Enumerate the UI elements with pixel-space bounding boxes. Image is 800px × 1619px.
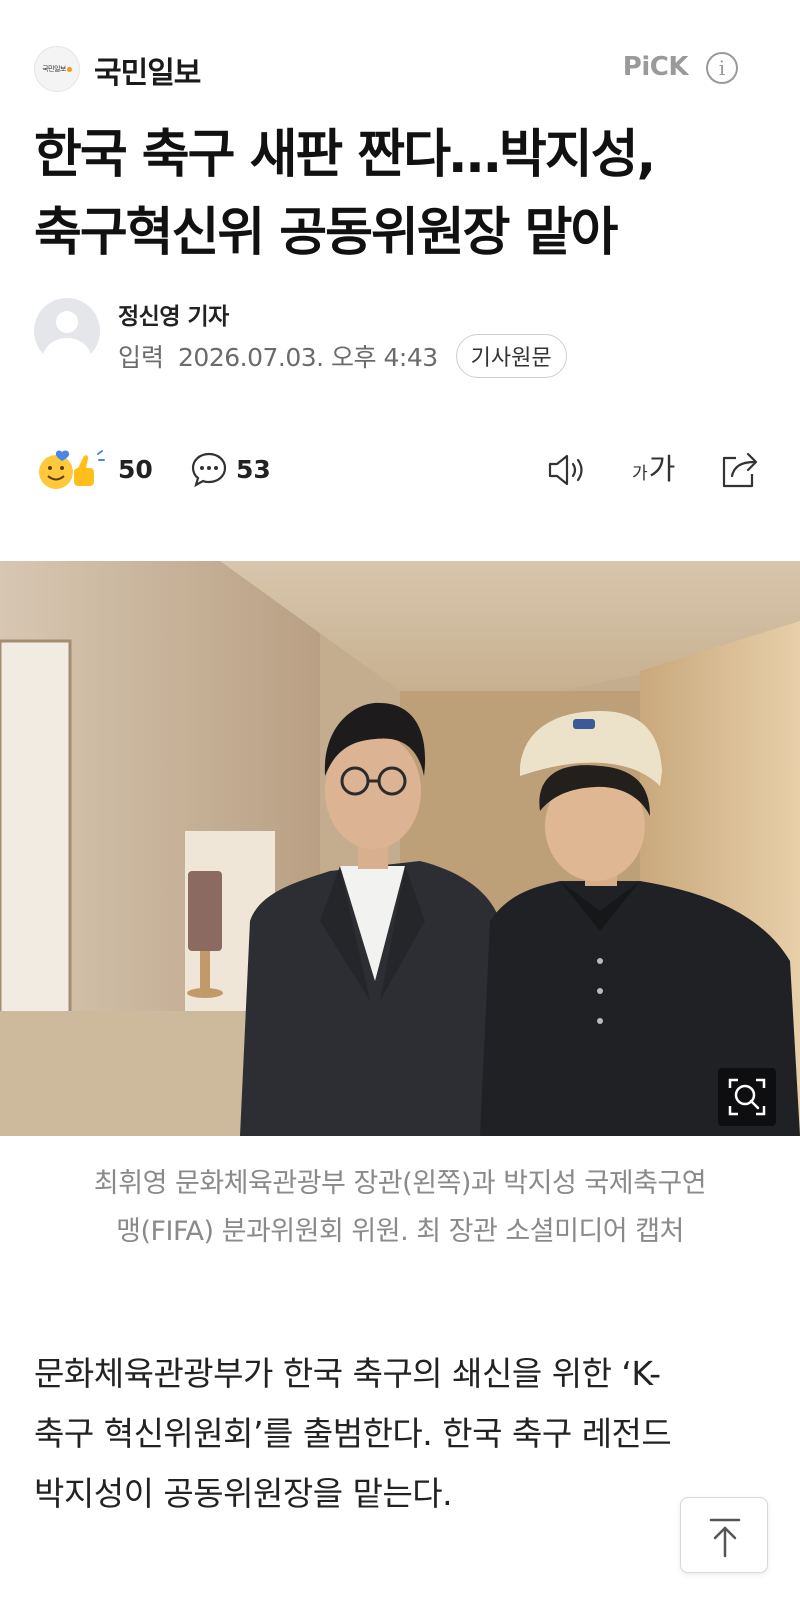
font-size-big-label: 가 (648, 452, 676, 486)
publisher-name[interactable]: 국민일보 (94, 48, 201, 92)
share-icon[interactable] (718, 448, 762, 490)
publisher-logo-text: 국민일보 (42, 65, 66, 73)
article-headline: 한국 축구 새판 짠다…박지성, 축구혁신위 공동위원장 맡아 (34, 116, 774, 272)
date-row: 입력 2026.07.03. 오후 4:43 기사원문 (118, 334, 567, 378)
reporter-name[interactable]: 정신영 기자 (118, 297, 229, 331)
font-size-button[interactable]: 가 가 (632, 446, 675, 490)
reaction-emoji-icon[interactable] (38, 446, 110, 492)
article-photo[interactable] (0, 561, 800, 1136)
publisher-logo[interactable]: 국민일보 (34, 46, 80, 92)
zoom-search-icon (728, 1078, 766, 1116)
comment-count: 53 (236, 455, 271, 484)
original-article-button[interactable]: 기사원문 (455, 334, 567, 378)
caption-line-2: 맹(FIFA) 분과위원회 위원. 최 장관 소셜미디어 캡처 (116, 1216, 684, 1247)
headline-line-1: 한국 축구 새판 짠다…박지성, (34, 125, 656, 185)
caption-line-1: 최휘영 문화체육관광부 장관(왼쪽)과 박지성 국제축구연 (93, 1168, 707, 1199)
logo-dot (66, 66, 72, 72)
avatar-head (56, 311, 78, 333)
arrow-up-icon (709, 1518, 741, 1558)
date-value: 2026.07.03. 오후 4:43 (178, 343, 438, 372)
scroll-to-top-button[interactable] (680, 1497, 768, 1573)
zoom-button[interactable] (718, 1068, 776, 1126)
pick-badge: PiCK (622, 52, 689, 82)
reporter-avatar[interactable] (34, 298, 100, 364)
photo-caption: 최휘영 문화체육관광부 장관(왼쪽)과 박지성 국제축구연 맹(FIFA) 분과… (40, 1160, 760, 1256)
font-size-small-label: 가 (632, 464, 648, 484)
speaker-icon[interactable] (546, 450, 590, 490)
publisher-header: 국민일보 국민일보 PiCK i (34, 44, 766, 92)
headline-line-2: 축구혁신위 공동위원장 맡아 (34, 203, 618, 263)
info-icon[interactable]: i (706, 52, 738, 84)
body-line-3: 박지성이 공동위원장을 맡는다. (34, 1474, 453, 1513)
date-label: 입력 (118, 343, 165, 372)
body-line-2: 축구 혁신위원회’를 출범한다. 한국 축구 레전드 (34, 1414, 672, 1453)
article-body: 문화체육관광부가 한국 축구의 쇄신을 위한 ‘K- 축구 혁신위원회’를 출범… (34, 1344, 774, 1524)
avatar-body (43, 338, 91, 364)
body-line-1: 문화체육관광부가 한국 축구의 쇄신을 위한 ‘K- (34, 1354, 661, 1393)
reaction-count: 50 (118, 455, 153, 484)
comment-icon[interactable] (190, 450, 228, 488)
